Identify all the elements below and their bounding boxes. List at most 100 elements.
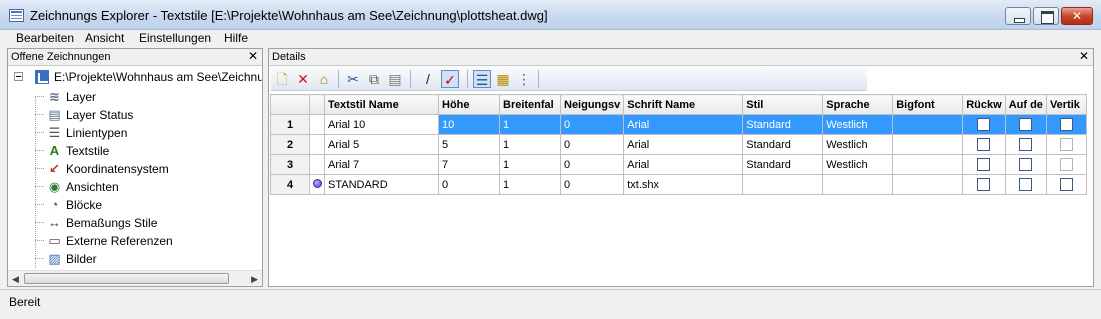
- new-icon[interactable]: 🗋: [273, 70, 291, 88]
- menu-ansicht[interactable]: Ansicht: [85, 31, 124, 45]
- minimize-button[interactable]: [1005, 7, 1031, 25]
- icon-view-icon[interactable]: ▦: [494, 70, 512, 88]
- column-header-font[interactable]: Schrift Name: [623, 94, 744, 115]
- column-header-bigfont[interactable]: Bigfont: [892, 94, 964, 115]
- table-row[interactable]: 3 Arial 7 7 1 0 Arial Standard Westlich: [270, 154, 1087, 175]
- column-header-upside-down[interactable]: Auf de: [1004, 94, 1047, 115]
- vertical-checkbox[interactable]: [1059, 158, 1073, 171]
- row-number[interactable]: 3: [270, 154, 310, 175]
- column-header-backwards[interactable]: Rückw: [962, 94, 1006, 115]
- copy-icon[interactable]: ⧉: [365, 70, 383, 88]
- purge-icon[interactable]: ⌂: [315, 70, 333, 88]
- table-row[interactable]: 1 Arial 10 10 1 0 Arial Standard Westlich: [270, 114, 1087, 135]
- cell-font[interactable]: Arial: [623, 114, 744, 135]
- vertical-checkbox[interactable]: [1059, 118, 1073, 131]
- cell-bigfont[interactable]: [892, 134, 964, 155]
- details-view-icon[interactable]: ☰: [473, 70, 491, 88]
- table-row[interactable]: 4 STANDARD 0 1 0 txt.shx: [270, 174, 1087, 195]
- horizontal-scrollbar[interactable]: ◀ ▶: [8, 270, 262, 286]
- cell-style[interactable]: Standard: [742, 154, 824, 175]
- column-header-style[interactable]: Stil: [742, 94, 824, 115]
- table-row[interactable]: 2 Arial 5 5 1 0 Arial Standard Westlich: [270, 134, 1087, 155]
- tree-view-icon[interactable]: ⋮: [515, 70, 533, 88]
- cell-language[interactable]: Westlich: [822, 134, 894, 155]
- tree-item[interactable]: ◉ Ansichten: [35, 178, 260, 196]
- cell-font[interactable]: Arial: [623, 154, 744, 175]
- tree-item[interactable]: ▭ Externe Referenzen: [35, 232, 260, 250]
- cell-oblique[interactable]: 0: [559, 174, 625, 195]
- tree-item[interactable]: ↙ Koordinatensystem: [35, 160, 260, 178]
- paste-icon[interactable]: ▤: [386, 70, 404, 88]
- backwards-checkbox[interactable]: [977, 178, 991, 191]
- cell-width-factor[interactable]: 1: [499, 134, 561, 155]
- cell-name[interactable]: Arial 5: [324, 134, 439, 155]
- cell-height[interactable]: 5: [438, 134, 500, 155]
- close-icon[interactable]: ✕: [248, 49, 258, 63]
- delete-icon[interactable]: ✕: [294, 70, 312, 88]
- cell-oblique[interactable]: 0: [559, 154, 625, 175]
- backwards-checkbox[interactable]: [977, 158, 991, 171]
- column-header-oblique[interactable]: Neigungsv: [559, 94, 625, 115]
- upside-down-checkbox[interactable]: [1019, 138, 1033, 151]
- cell-height[interactable]: 10: [438, 114, 500, 135]
- close-button[interactable]: [1061, 7, 1093, 25]
- backwards-checkbox[interactable]: [977, 138, 991, 151]
- column-header-language[interactable]: Sprache: [822, 94, 894, 115]
- cell-bigfont[interactable]: [892, 114, 964, 135]
- cell-font[interactable]: txt.shx: [623, 174, 744, 195]
- cell-oblique[interactable]: 0: [559, 114, 625, 135]
- cell-name[interactable]: STANDARD: [324, 174, 439, 195]
- collapse-icon[interactable]: [14, 72, 23, 81]
- cell-style[interactable]: Standard: [742, 114, 824, 135]
- cell-oblique[interactable]: 0: [559, 134, 625, 155]
- column-header-height[interactable]: Höhe: [438, 94, 500, 115]
- cell-bigfont[interactable]: [892, 154, 964, 175]
- tree-item[interactable]: ☰ Linientypen: [35, 124, 260, 142]
- cell-style[interactable]: Standard: [742, 134, 824, 155]
- upside-down-checkbox[interactable]: [1019, 158, 1033, 171]
- set-current-icon[interactable]: ✓: [441, 70, 459, 88]
- scrollbar-thumb[interactable]: [24, 273, 229, 284]
- menu-bearbeiten[interactable]: Bearbeiten: [16, 31, 74, 45]
- cell-width-factor[interactable]: 1: [499, 174, 561, 195]
- menu-hilfe[interactable]: Hilfe: [224, 31, 248, 45]
- tree-item[interactable]: ↔ Bemaßungs Stile: [35, 214, 260, 232]
- cell-width-factor[interactable]: 1: [499, 154, 561, 175]
- column-header-name[interactable]: Textstil Name: [324, 94, 439, 115]
- tree-item[interactable]: ▨ Bilder: [35, 250, 260, 268]
- cell-style[interactable]: [742, 174, 824, 195]
- scroll-left-icon[interactable]: ◀: [12, 274, 19, 285]
- cell-height[interactable]: 0: [438, 174, 500, 195]
- cell-name[interactable]: Arial 7: [324, 154, 439, 175]
- row-number[interactable]: 4: [270, 174, 310, 195]
- edit-icon[interactable]: /: [419, 70, 437, 88]
- upside-down-checkbox[interactable]: [1019, 118, 1033, 131]
- maximize-button[interactable]: [1033, 7, 1059, 25]
- cell-height[interactable]: 7: [438, 154, 500, 175]
- column-header-width-factor[interactable]: Breitenfal: [499, 94, 561, 115]
- tree-item-label: Bilder: [66, 252, 97, 266]
- cell-language[interactable]: [822, 174, 894, 195]
- vertical-checkbox[interactable]: [1059, 138, 1073, 151]
- column-header-vertical[interactable]: Vertik: [1045, 94, 1087, 115]
- tree-item[interactable]: A Textstile: [35, 142, 260, 160]
- cell-width-factor[interactable]: 1: [499, 114, 561, 135]
- cell-name[interactable]: Arial 10: [324, 114, 439, 135]
- row-number[interactable]: 2: [270, 134, 310, 155]
- cell-language[interactable]: Westlich: [822, 114, 894, 135]
- cell-bigfont[interactable]: [892, 174, 964, 195]
- close-icon[interactable]: ✕: [1079, 49, 1089, 63]
- tree-connector: [35, 132, 44, 133]
- backwards-checkbox[interactable]: [977, 118, 991, 131]
- cut-icon[interactable]: ✂: [344, 70, 362, 88]
- tree-item[interactable]: ▤ Layer Status: [35, 106, 260, 124]
- scroll-right-icon[interactable]: ▶: [251, 274, 258, 285]
- row-number[interactable]: 1: [270, 114, 310, 135]
- upside-down-checkbox[interactable]: [1019, 178, 1033, 191]
- cell-font[interactable]: Arial: [623, 134, 744, 155]
- cell-language[interactable]: Westlich: [822, 154, 894, 175]
- tree-item[interactable]: ◔ Blöcke: [35, 196, 260, 214]
- vertical-checkbox[interactable]: [1059, 178, 1073, 191]
- menu-einstellungen[interactable]: Einstellungen: [139, 31, 211, 45]
- tree-item[interactable]: ≋ Layer: [35, 88, 260, 106]
